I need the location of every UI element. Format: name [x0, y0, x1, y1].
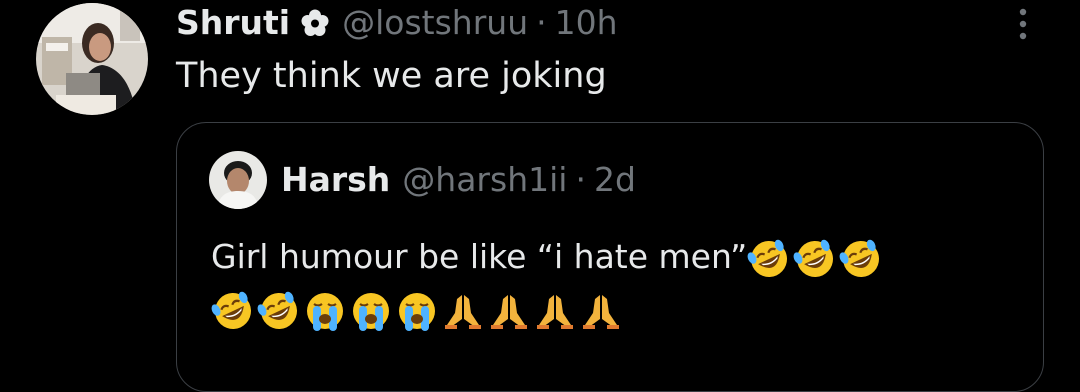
sob-emoji-icon [395, 289, 439, 333]
tweet[interactable]: Shruti @lostshruu · 10h They think we ar… [0, 0, 1080, 392]
quoted-author-display-name: Harsh [281, 159, 391, 199]
author-handle[interactable]: @lostshruu [342, 3, 528, 42]
rofl-emoji-icon [257, 289, 301, 333]
pray-emoji-icon [533, 289, 577, 333]
more-vertical-icon[interactable] [1010, 4, 1036, 44]
emoji-row-2 [211, 289, 625, 333]
tweet-text: They think we are joking [176, 56, 607, 96]
author-avatar[interactable] [36, 3, 148, 115]
quoted-tweet-line-1: Girl humour be like “i hate men” [211, 231, 1011, 283]
rofl-emoji-icon [747, 237, 791, 281]
rofl-emoji-icon [839, 237, 883, 281]
quoted-tweet-line-2 [211, 283, 1011, 335]
quoted-tweet-card[interactable]: Harsh @harsh1ii · 2d Girl humour be like… [176, 122, 1044, 392]
rofl-emoji-icon [793, 237, 837, 281]
rofl-emoji-icon [211, 289, 255, 333]
quoted-tweet-header: Harsh @harsh1ii · 2d [281, 157, 636, 201]
pray-emoji-icon [487, 289, 531, 333]
emoji-row-1 [747, 237, 885, 281]
separator-dot: · [575, 159, 586, 199]
quoted-author-handle: @harsh1ii [402, 159, 568, 199]
tweet-header: Shruti @lostshruu · 10h [176, 0, 618, 44]
author-display-name[interactable]: Shruti [176, 3, 290, 42]
quoted-tweet-text-block: Girl humour be like “i hate men” [211, 231, 1011, 335]
tweet-timestamp[interactable]: 10h [555, 3, 618, 42]
sob-emoji-icon [303, 289, 347, 333]
quoted-tweet-text: Girl humour be like “i hate men” [211, 237, 748, 276]
flower-badge-icon [300, 7, 330, 37]
separator-dot: · [536, 2, 547, 42]
sob-emoji-icon [349, 289, 393, 333]
pray-emoji-icon [579, 289, 623, 333]
pray-emoji-icon [441, 289, 485, 333]
quoted-tweet-timestamp: 2d [593, 159, 636, 199]
quoted-author-avatar [209, 151, 267, 209]
